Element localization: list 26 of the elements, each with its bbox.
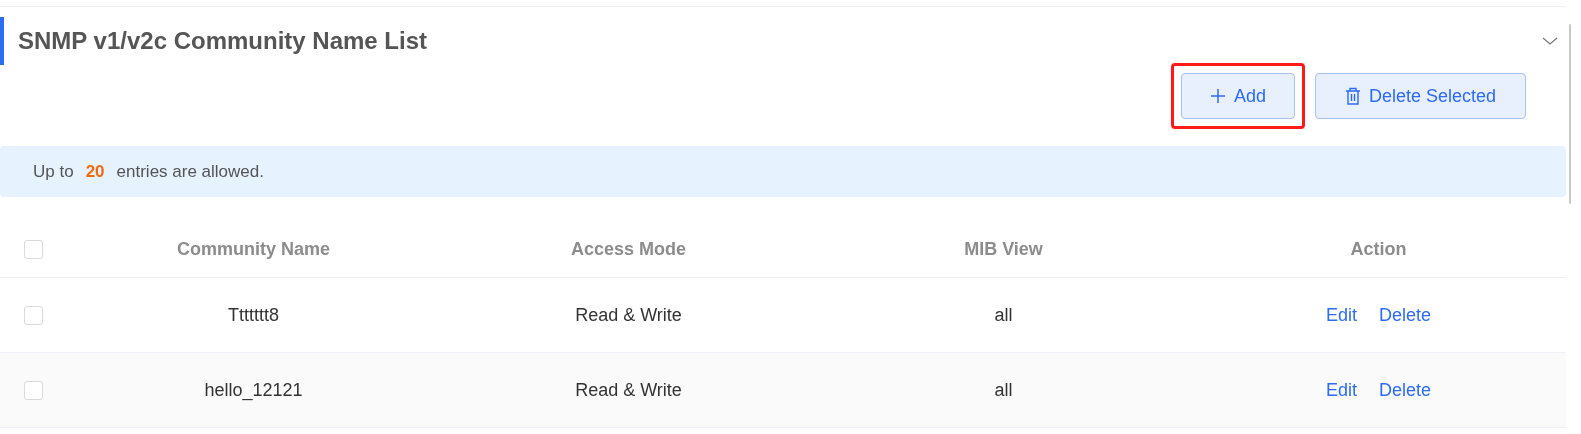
scrollbar-thumb[interactable]	[1569, 24, 1571, 204]
column-header: Action	[1349, 238, 1408, 261]
table-cell-text: Ttttttt8	[228, 303, 279, 327]
add-button[interactable]: Add	[1180, 73, 1295, 119]
column-header: Community Name	[176, 238, 331, 261]
plus-icon	[1209, 88, 1226, 104]
edit-link[interactable]: Edit	[1325, 301, 1357, 329]
section-accent-bar	[0, 17, 4, 65]
edit-link[interactable]: Edit	[1325, 376, 1357, 404]
checkbox[interactable]	[23, 240, 43, 259]
notice-text: Up to 20 entries are allowed.	[33, 160, 264, 183]
delete-link[interactable]: Delete	[1379, 376, 1432, 404]
table-cell-text: all	[994, 378, 1013, 402]
delete-link[interactable]: Delete	[1379, 301, 1432, 329]
table-cell-text: Read & Write	[575, 378, 682, 402]
table-cell-text: hello_12121	[204, 378, 303, 403]
section-title: SNMP v1/v2c Community Name List	[18, 26, 428, 56]
table-cell-text: all	[994, 303, 1013, 327]
checkbox[interactable]	[23, 305, 43, 325]
checkbox[interactable]	[23, 380, 43, 400]
delete-selected-button[interactable]: Delete Selected	[1314, 73, 1526, 119]
table-row[interactable]: hello_12121 Read & Write all Edit Delete	[0, 353, 1566, 428]
table-cell-text: Read & Write	[575, 303, 682, 327]
column-header: MIB View	[963, 238, 1044, 261]
column-header: Access Mode	[569, 238, 688, 261]
trash-icon	[1344, 87, 1361, 105]
